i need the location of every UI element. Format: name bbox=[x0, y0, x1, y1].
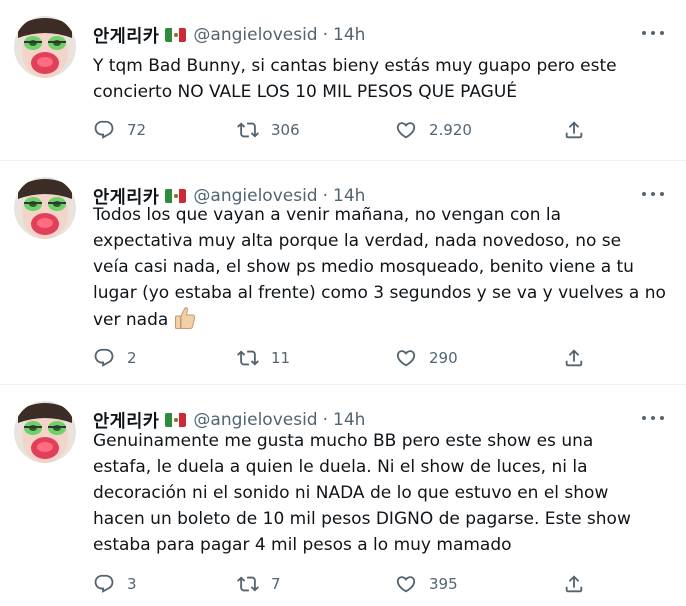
timestamp[interactable]: 14h bbox=[333, 25, 365, 45]
thumbs-up-emoji-icon bbox=[175, 307, 196, 329]
like-count: 395 bbox=[429, 575, 458, 593]
like-count: 2.920 bbox=[429, 121, 472, 139]
reply-icon bbox=[93, 119, 115, 141]
tweet-text: Genuinamente me gusta mucho BB pero este… bbox=[93, 431, 631, 555]
reply-button[interactable]: 2 bbox=[93, 345, 137, 371]
display-name[interactable]: 안게리카 bbox=[93, 23, 159, 48]
retweet-icon bbox=[237, 119, 259, 141]
mexico-flag-icon bbox=[165, 413, 187, 427]
retweet-icon bbox=[237, 347, 259, 369]
heart-icon bbox=[395, 573, 417, 595]
tweet-actions: 2 11 290 bbox=[93, 345, 686, 371]
like-button[interactable]: 290 bbox=[395, 345, 458, 371]
avatar[interactable] bbox=[14, 401, 76, 463]
tweet-actions: 72 306 2.920 bbox=[93, 117, 686, 143]
tweet[interactable]: 안게리카 @angielovesid · 14h Todos los que v… bbox=[0, 160, 686, 385]
retweet-count: 7 bbox=[271, 575, 281, 593]
retweet-button[interactable]: 11 bbox=[237, 345, 290, 371]
reply-count: 72 bbox=[127, 121, 147, 139]
like-button[interactable]: 2.920 bbox=[395, 117, 472, 143]
reply-button[interactable]: 3 bbox=[93, 571, 137, 597]
avatar[interactable] bbox=[14, 177, 76, 239]
retweet-button[interactable]: 7 bbox=[237, 571, 281, 597]
retweet-count: 11 bbox=[271, 349, 291, 367]
like-button[interactable]: 395 bbox=[395, 571, 458, 597]
reply-icon bbox=[93, 347, 115, 369]
avatar-image bbox=[14, 177, 76, 239]
heart-icon bbox=[395, 347, 417, 369]
reply-count: 2 bbox=[127, 349, 137, 367]
share-icon bbox=[563, 573, 585, 595]
user-handle[interactable]: @angielovesid bbox=[193, 410, 317, 430]
share-button[interactable] bbox=[563, 571, 585, 597]
mexico-flag-icon bbox=[165, 28, 187, 42]
share-button[interactable] bbox=[563, 117, 585, 143]
tweet-actions: 3 7 395 bbox=[93, 571, 686, 597]
mexico-flag-icon bbox=[165, 189, 187, 203]
reply-icon bbox=[93, 573, 115, 595]
separator: · bbox=[322, 410, 328, 430]
retweet-icon bbox=[237, 573, 259, 595]
tweet[interactable]: 안게리카 @angielovesid · 14h Genuinamente me… bbox=[0, 384, 686, 606]
tweet-header: 안게리카 @angielovesid · 14h bbox=[93, 22, 365, 48]
tweet-text: Y tqm Bad Bunny, si cantas bieny estás m… bbox=[93, 56, 617, 102]
heart-icon bbox=[395, 119, 417, 141]
retweet-count: 306 bbox=[271, 121, 300, 139]
separator: · bbox=[322, 25, 328, 45]
retweet-button[interactable]: 306 bbox=[237, 117, 300, 143]
reply-button[interactable]: 72 bbox=[93, 117, 146, 143]
tweet[interactable]: 안게리카 @angielovesid · 14h Y tqm Bad Bunny… bbox=[0, 0, 686, 160]
more-icon[interactable] bbox=[642, 30, 664, 36]
share-icon bbox=[563, 347, 585, 369]
avatar[interactable] bbox=[14, 16, 76, 78]
more-icon[interactable] bbox=[642, 415, 664, 421]
share-icon bbox=[563, 119, 585, 141]
more-icon[interactable] bbox=[642, 191, 664, 197]
user-handle[interactable]: @angielovesid bbox=[193, 25, 317, 45]
share-button[interactable] bbox=[563, 345, 585, 371]
avatar-image bbox=[14, 401, 76, 463]
timestamp[interactable]: 14h bbox=[333, 410, 365, 430]
like-count: 290 bbox=[429, 349, 458, 367]
reply-count: 3 bbox=[127, 575, 137, 593]
avatar-image bbox=[14, 16, 76, 78]
tweet-text: Todos los que vayan a venir mañana, no v… bbox=[93, 202, 668, 333]
